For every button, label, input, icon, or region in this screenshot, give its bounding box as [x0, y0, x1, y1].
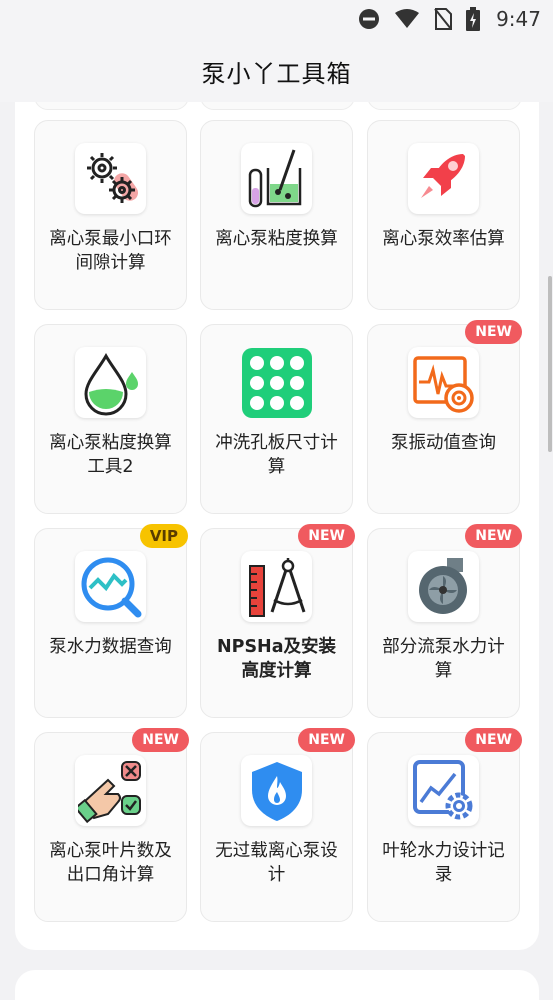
- new-badge: NEW: [298, 728, 355, 752]
- tool-card-hydraulic-data[interactable]: 泵水力数据查询 VIP: [34, 524, 188, 718]
- tools-panel: 离心泵最小口环间隙计算 离心泵粘度换算 离心泵效率估算 离心泵粘度换算工具2 冲…: [15, 102, 539, 950]
- gears-icon: [75, 143, 146, 214]
- tool-label: 无过载离心泵设计: [215, 841, 338, 885]
- tool-label: 离心泵叶片数及出口角计算: [49, 841, 172, 885]
- tool-card-efficiency-estimate[interactable]: 离心泵效率估算: [367, 120, 520, 310]
- orifice-plate-icon: [241, 347, 312, 418]
- tool-card-impeller-clearance[interactable]: 离心泵最小口环间隙计算: [34, 120, 187, 310]
- tool-card-npsha[interactable]: NPSHa及安装高度计算 NEW: [200, 524, 355, 718]
- new-badge: NEW: [465, 728, 522, 752]
- battery-charging-icon: [466, 7, 481, 31]
- water-drop-icon: [75, 347, 146, 418]
- new-badge: NEW: [132, 728, 189, 752]
- new-badge: NEW: [298, 524, 355, 548]
- status-time: 9:47: [496, 7, 541, 31]
- tool-card-orifice-plate[interactable]: 冲洗孔板尺寸计算: [200, 324, 353, 514]
- next-section-panel: [15, 970, 539, 1000]
- tool-card-partial[interactable]: [367, 102, 522, 110]
- search-chart-icon: [75, 551, 146, 622]
- tool-card-partial-emission-pump[interactable]: 部分流泵水力计算 NEW: [367, 524, 522, 718]
- pump-casing-icon: [408, 551, 479, 622]
- scrollbar[interactable]: [548, 276, 552, 452]
- compass-ruler-icon: [241, 551, 312, 622]
- tool-card-partial[interactable]: [34, 102, 189, 110]
- app-header: 泵小丫工具箱: [0, 40, 553, 102]
- page-title: 泵小丫工具箱: [201, 60, 352, 88]
- tool-card-vibration-query[interactable]: 泵振动值查询 NEW: [367, 320, 522, 514]
- tool-label: 离心泵粘度换算: [215, 229, 338, 249]
- rocket-icon: [408, 143, 479, 214]
- tool-card-impeller-design-record[interactable]: 叶轮水力设计记录 NEW: [367, 728, 522, 922]
- tool-label: NPSHa及安装高度计算: [216, 637, 337, 681]
- tool-label: 部分流泵水力计算: [382, 637, 505, 681]
- tool-label: 离心泵最小口环间隙计算: [49, 229, 172, 273]
- no-sim-icon: [434, 8, 453, 30]
- lab-beaker-icon: [241, 143, 312, 214]
- hand-choice-icon: [75, 755, 146, 826]
- fire-shield-icon: [241, 755, 312, 826]
- tool-label: 离心泵粘度换算工具2: [49, 433, 172, 477]
- vibration-monitor-icon: [408, 347, 479, 418]
- tool-label: 离心泵效率估算: [382, 229, 505, 249]
- status-icons: 9:47: [358, 6, 541, 32]
- tool-card-non-overload-design[interactable]: 无过载离心泵设计 NEW: [200, 728, 355, 922]
- vip-badge: VIP: [139, 524, 188, 548]
- wifi-icon: [395, 9, 420, 28]
- tool-label: 泵水力数据查询: [49, 637, 172, 657]
- tool-card-viscosity-conversion[interactable]: 离心泵粘度换算: [200, 120, 353, 310]
- tool-card-viscosity-conversion-2[interactable]: 离心泵粘度换算工具2: [34, 324, 187, 514]
- chart-gear-icon: [408, 755, 479, 826]
- do-not-disturb-icon: [359, 9, 380, 29]
- tool-label: 叶轮水力设计记录: [382, 841, 505, 885]
- status-bar: 9:47: [0, 0, 553, 40]
- tool-label: 冲洗孔板尺寸计算: [215, 433, 338, 477]
- new-badge: NEW: [465, 524, 522, 548]
- tool-label: 泵振动值查询: [391, 433, 496, 453]
- tool-card-blade-number[interactable]: 离心泵叶片数及出口角计算 NEW: [34, 728, 189, 922]
- new-badge: NEW: [465, 320, 522, 344]
- tool-card-partial[interactable]: [200, 102, 355, 110]
